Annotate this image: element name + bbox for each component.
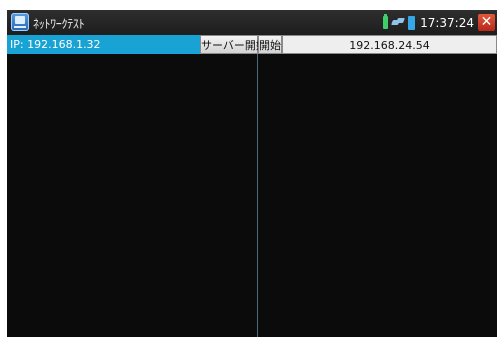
title-bar: ﾈｯﾄﾜｰｸﾃｽﾄ 17:37:24 ✕ <box>7 10 497 35</box>
server-start-button[interactable]: サーバー開始 <box>200 35 267 54</box>
app-window: ﾈｯﾄﾜｰｸﾃｽﾄ 17:37:24 ✕ IP: 192.168.1.32 サー… <box>7 10 497 337</box>
storage-icon <box>408 15 416 30</box>
network-link-icon <box>392 18 404 27</box>
toolbar: IP: 192.168.1.32 サーバー開始 開始 192.168.24.54 <box>7 35 497 54</box>
close-x-icon: ✕ <box>480 14 493 30</box>
status-area: 17:37:24 ✕ <box>383 13 495 32</box>
local-ip-label: IP: 192.168.1.32 <box>7 35 200 54</box>
client-output-pane[interactable] <box>258 54 497 337</box>
network-tester-icon <box>11 13 29 31</box>
clock: 17:37:24 <box>420 15 474 30</box>
close-button[interactable]: ✕ <box>478 14 495 31</box>
server-output-pane[interactable] <box>7 54 257 337</box>
battery-icon <box>383 14 389 29</box>
start-button[interactable]: 開始 <box>258 35 282 54</box>
target-ip-field[interactable]: 192.168.24.54 <box>282 35 497 54</box>
window-title: ﾈｯﾄﾜｰｸﾃｽﾄ <box>33 17 85 31</box>
